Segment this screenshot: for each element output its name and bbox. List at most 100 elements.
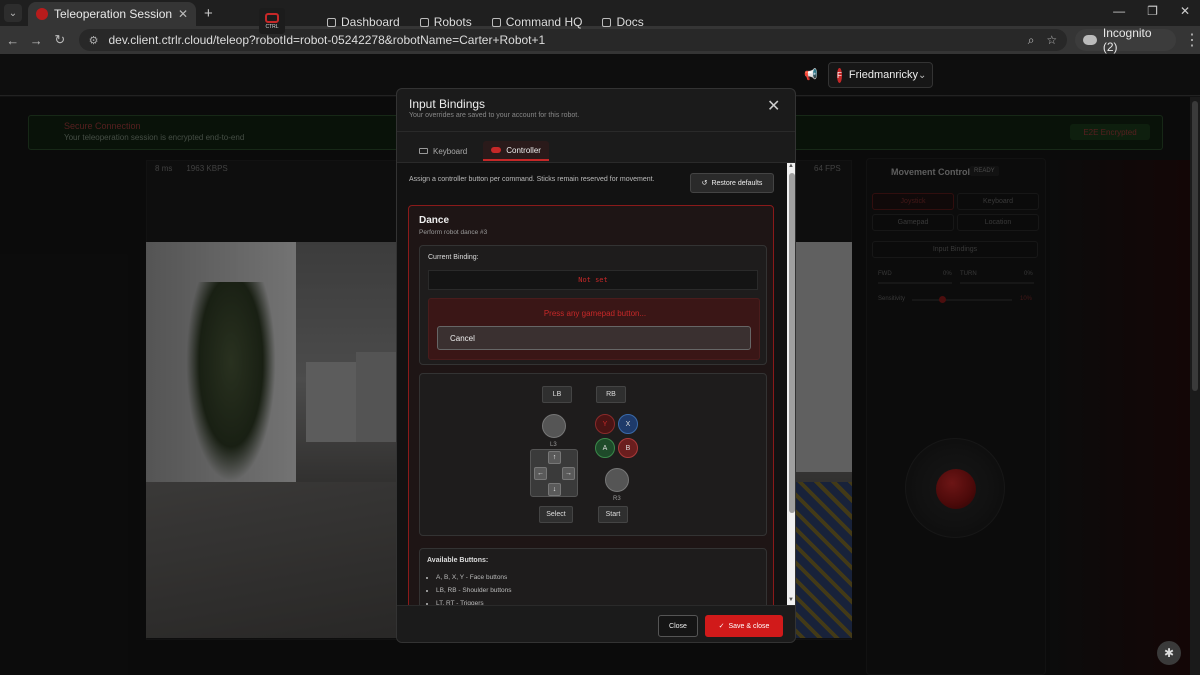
forward-icon[interactable]: → [26,33,48,48]
incognito-label: Incognito (2) [1102,26,1152,54]
address-bar[interactable]: ⚙ dev.client.ctrlr.cloud/teleop?robotId=… [78,29,1068,51]
listening-text: Press any gamepad button... [543,309,647,318]
gamepad-icon [491,147,502,153]
dpad: ↑ ↓ ← → [530,449,578,497]
logo-mark-icon [265,12,279,23]
x-button[interactable]: X [618,414,638,434]
browser-menu-icon[interactable]: ⋮ [1184,30,1200,50]
user-menu-button[interactable]: F Friedmanricky ⌄ [828,62,933,88]
close-button[interactable]: Close [658,615,698,637]
dpad-up-button[interactable]: ↑ [548,451,561,464]
main-nav: Dashboard Robots Command HQ Docs [327,15,644,29]
lb-button[interactable]: LB [542,386,572,403]
a-button[interactable]: A [595,438,615,458]
nav-docs[interactable]: Docs [602,15,644,29]
tab-label: Keyboard [433,146,468,156]
new-tab-icon[interactable]: + [204,5,213,22]
command-icon [491,17,501,27]
cancel-listen-button[interactable]: Cancel [437,326,751,350]
restore-defaults-button[interactable]: ↺ Restore defaults [690,173,774,193]
rb-button[interactable]: RB [596,386,626,403]
restore-label: Restore defaults [711,179,763,187]
binding-tabs: Keyboard Controller [411,141,549,161]
bookmark-star-icon[interactable]: ☆ [1046,33,1057,47]
maximize-icon[interactable]: ❐ [1147,4,1158,18]
tab-controller[interactable]: Controller [483,141,549,161]
browser-toolbar: ← → ↻ ⚙ dev.client.ctrlr.cloud/teleop?ro… [0,26,1200,54]
close-icon[interactable]: ✕ [767,96,780,116]
scroll-down-icon[interactable]: ▼ [788,597,794,603]
nav-label: Dashboard [341,15,400,29]
command-title: Dance [419,215,450,226]
window-controls: — ❐ ✕ [1113,4,1190,18]
tab-close-icon[interactable]: ✕ [178,7,188,21]
minimize-icon[interactable]: — [1113,4,1125,18]
l3-label: L3 [550,442,557,448]
back-icon[interactable]: ← [2,33,24,48]
zoom-icon[interactable]: ⌕ [1028,33,1035,48]
app-logo[interactable]: CTRL [259,8,285,34]
y-button[interactable]: Y [595,414,615,434]
modal-scrollbar-thumb[interactable] [789,173,795,513]
dpad-right-button[interactable]: → [562,467,575,480]
select-button[interactable]: Select [539,506,573,523]
modal-title: Input Bindings [409,97,486,111]
dpad-down-button[interactable]: ↓ [548,483,561,496]
check-icon: ✓ [718,623,725,630]
b-button[interactable]: B [618,438,638,458]
right-stick [605,468,629,492]
modal-scrollbar[interactable]: ▲ ▼ [787,163,795,605]
tab-title: Teleoperation Session | C [54,7,174,21]
chevron-down-icon: ⌄ [917,69,927,81]
input-bindings-modal: Input Bindings Your overrides are saved … [396,88,796,643]
dpad-left-button[interactable]: ← [534,467,547,480]
current-binding-box: Current Binding: Not set Press any gamep… [419,245,767,365]
save-close-button[interactable]: ✓ Save & close [705,615,783,637]
current-binding-label: Current Binding: [428,254,479,261]
listening-prompt: Press any gamepad button... Cancel [428,298,760,360]
save-label: Save & close [728,622,770,630]
list-item: LT, RT - Triggers [436,597,512,605]
reload-icon[interactable]: ↻ [49,32,71,48]
window-close-icon[interactable]: ✕ [1180,4,1190,18]
controller-hint: Assign a controller button per command. … [409,176,655,183]
logo-text: CTRL [265,23,279,30]
bug-report-icon[interactable]: ✱ [1157,641,1181,665]
page-scrollbar[interactable] [1190,97,1200,675]
nav-command-hq[interactable]: Command HQ [491,15,583,29]
page-scrollbar-thumb[interactable] [1192,101,1198,391]
nav-label: Docs [616,15,644,29]
start-button[interactable]: Start [598,506,628,523]
command-subtitle: Perform robot dance #3 [419,229,488,236]
modal-body[interactable]: Assign a controller button per command. … [397,163,787,605]
browser-tab[interactable]: Teleoperation Session | C ✕ [28,2,196,26]
incognito-badge[interactable]: Incognito (2) [1075,26,1177,54]
tab-keyboard[interactable]: Keyboard [411,141,475,161]
favicon-icon [36,8,48,20]
docs-icon [602,17,612,27]
list-item: LB, RB - Shoulder buttons [436,584,512,597]
announcement-icon[interactable]: 📢 [804,68,818,81]
r3-label: R3 [613,496,621,502]
command-card-dance: Dance Perform robot dance #3 Current Bin… [408,205,774,605]
scroll-up-icon[interactable]: ▲ [788,163,794,169]
nav-robots[interactable]: Robots [419,15,472,29]
robot-icon [419,17,429,27]
nav-label: Robots [433,15,472,29]
undo-icon: ↺ [701,180,708,187]
available-buttons: Available Buttons: A, B, X, Y - Face but… [419,548,767,605]
dashboard-icon [327,17,336,27]
site-info-icon[interactable]: ⚙ [89,34,99,47]
available-list: A, B, X, Y - Face buttons LB, RB - Shoul… [436,571,512,605]
nav-dashboard[interactable]: Dashboard [327,15,400,29]
tab-label: Controller [506,145,541,155]
left-stick [542,414,566,438]
nav-label: Command HQ [505,15,583,29]
list-item: A, B, X, Y - Face buttons [436,571,512,584]
user-name: Friedmanricky [848,69,918,81]
available-title: Available Buttons: [427,557,489,564]
url-text: dev.client.ctrlr.cloud/teleop?robotId=ro… [108,33,546,47]
controller-diagram: LB RB L3 ↑ ↓ ← → Y X A B R3 Select Start [419,373,767,536]
current-binding-value: Not set [428,270,758,290]
tab-search-button[interactable]: ⌄ [4,4,22,22]
